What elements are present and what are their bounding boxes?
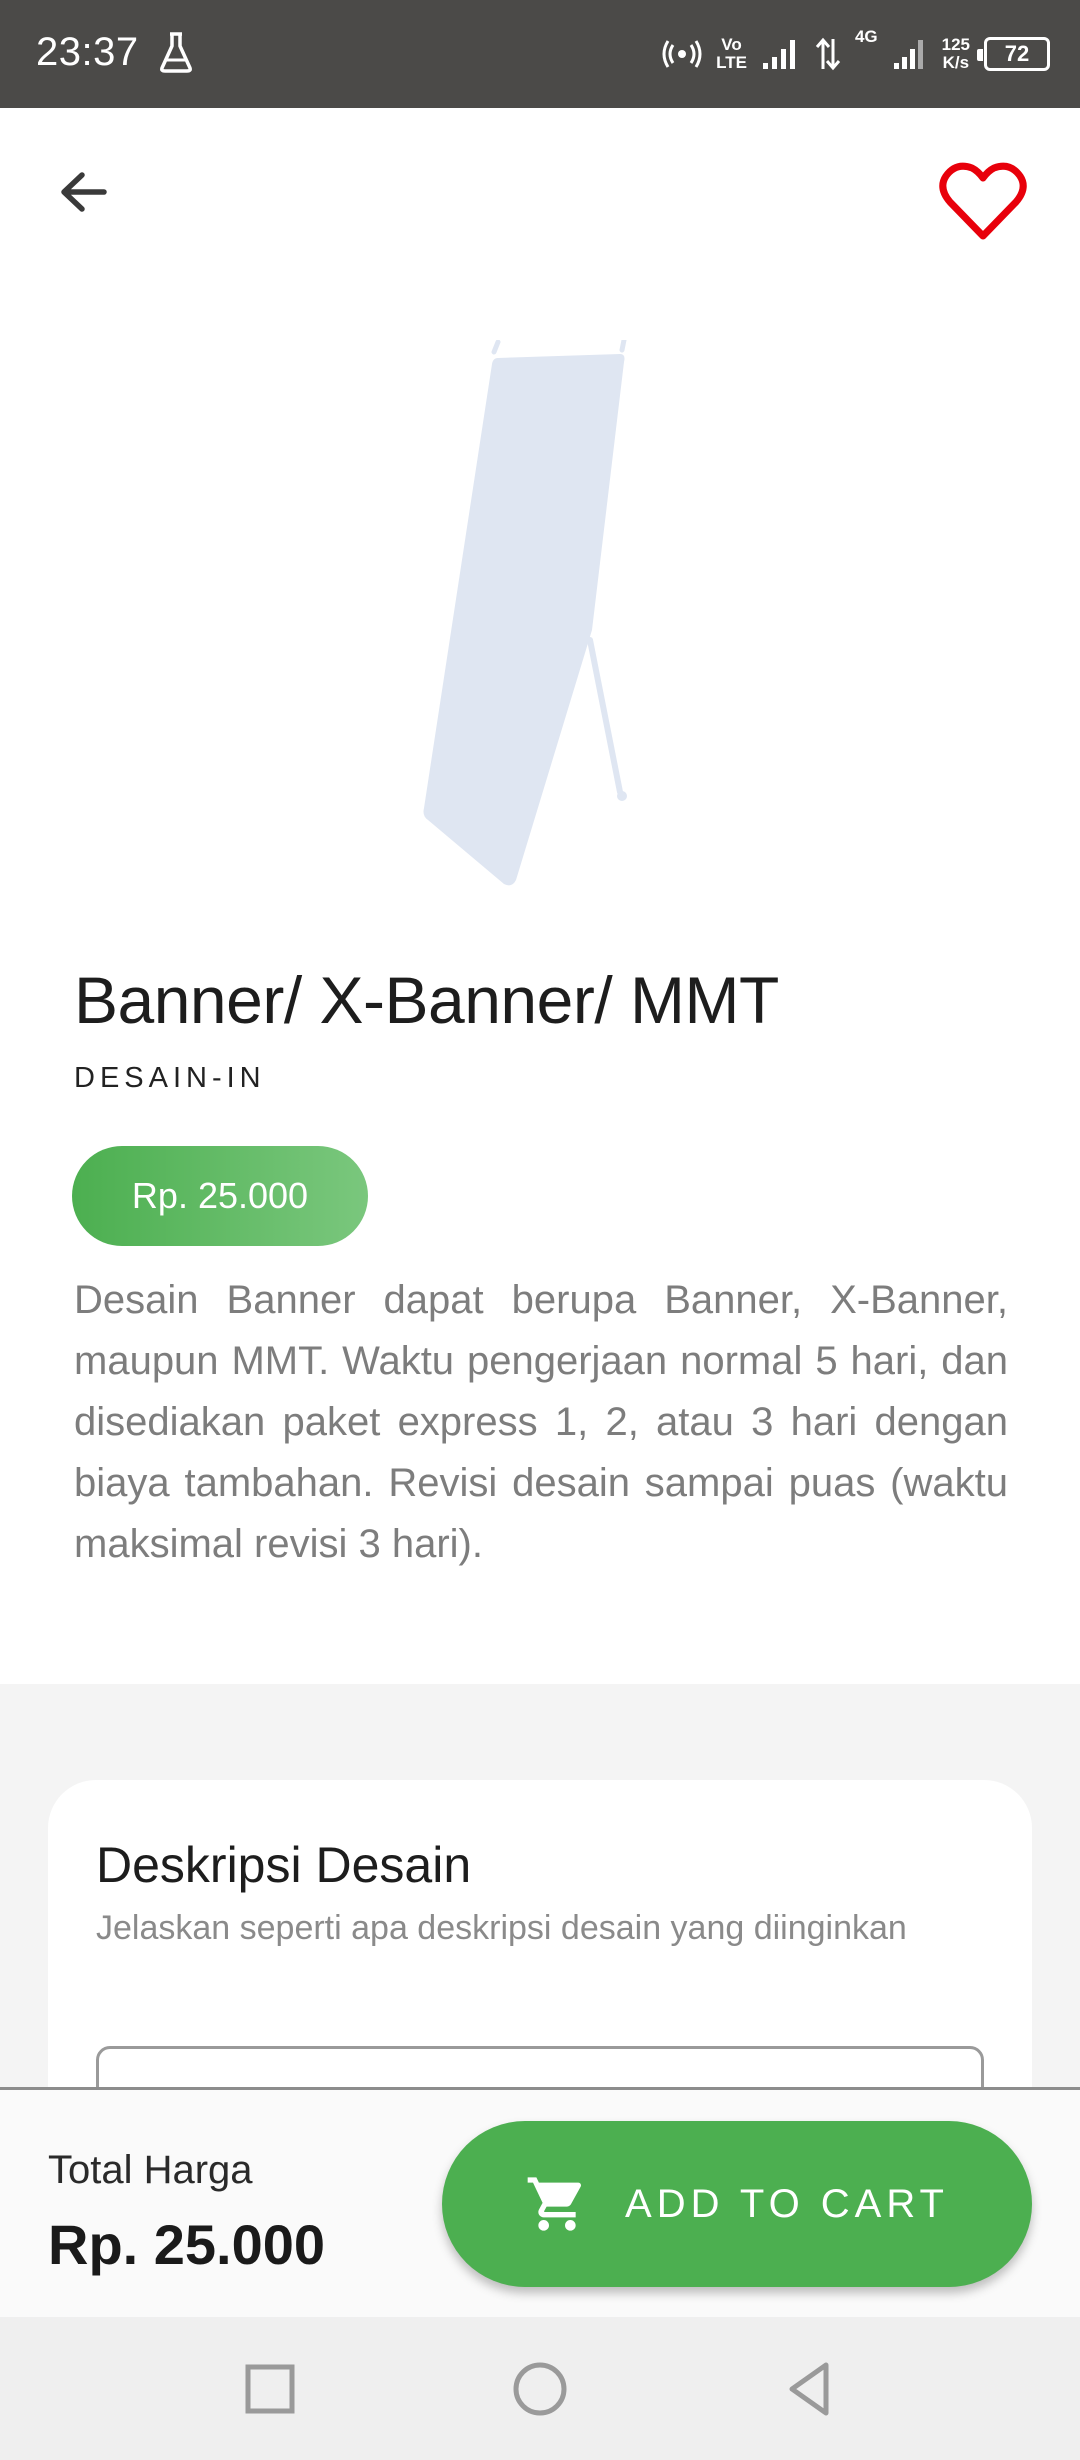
status-time: 23:37 [36, 30, 139, 74]
volte-top-text: Vo [721, 35, 742, 54]
system-navigation-bar [0, 2317, 1080, 2460]
speed-unit: K/s [942, 53, 970, 72]
add-to-cart-button[interactable]: ADD TO CART [442, 2121, 1032, 2287]
price-badge: Rp. 25.000 [72, 1146, 368, 1246]
volte-indicator: Vo LTE [716, 36, 747, 72]
add-to-cart-label: ADD TO CART [625, 2181, 949, 2226]
cart-icon [527, 2177, 582, 2231]
back-nav-icon[interactable] [778, 2357, 842, 2421]
home-icon[interactable] [508, 2357, 572, 2421]
x-banner-stand-image [423, 340, 627, 886]
volte-bottom-text: LTE [716, 53, 747, 72]
form-title: Deskripsi Desain [96, 1837, 472, 1893]
network-speed: 125 K/s [942, 36, 970, 72]
signal-1-icon [762, 40, 795, 69]
checkout-bar: Total Harga Rp. 25.000 ADD TO CART [0, 2087, 1080, 2317]
status-bar: 23:37 Vo LTE 4G 125 K/s 72 [0, 0, 1080, 108]
data-transfer-icon [815, 37, 841, 71]
recent-apps-icon[interactable] [238, 2357, 302, 2421]
hotspot-icon [662, 40, 702, 68]
product-category: DESAIN-IN [74, 1062, 266, 1094]
network-type: 4G [854, 27, 878, 46]
total-price-label: Total Harga [48, 2148, 253, 2192]
battery-indicator: 72 [977, 37, 1050, 71]
favorite-heart-icon[interactable] [938, 160, 1028, 244]
back-arrow-icon[interactable] [50, 160, 120, 230]
product-title: Banner/ X-Banner/ MMT [74, 963, 779, 1037]
form-subtitle: Jelaskan seperti apa deskripsi desain ya… [96, 1909, 907, 1947]
status-indicators: Vo LTE 4G 125 K/s 72 [662, 26, 1050, 82]
product-description: Desain Banner dapat berupa Banner, X-Ban… [74, 1278, 1008, 1566]
signal-2-icon [893, 40, 923, 69]
flask-icon [160, 32, 192, 73]
speed-value: 125 [941, 35, 970, 54]
total-price-value: Rp. 25.000 [48, 2213, 326, 2276]
